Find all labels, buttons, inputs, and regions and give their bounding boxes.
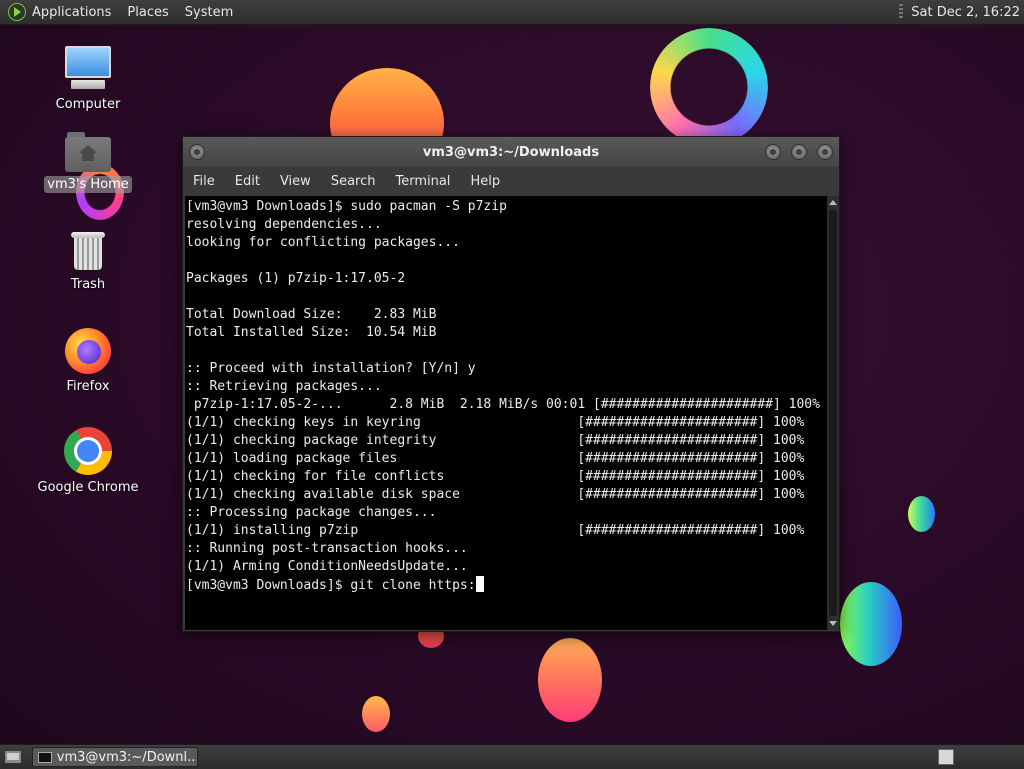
terminal-prompt-line: [vm3@vm3 Downloads]$ git clone https: [186,578,476,593]
trash-icon [71,230,105,272]
terminal-text: [vm3@vm3 Downloads]$ sudo pacman -S p7zi… [185,196,827,595]
desktop-icon-firefox[interactable]: Firefox [33,328,143,395]
desktop-icon-trash[interactable]: Trash [33,230,143,293]
bottom-panel: vm3@vm3:~/Downl... [0,744,1024,769]
minimize-button[interactable] [765,144,781,160]
wallpaper-teal-oval [840,582,902,666]
scroll-up-arrow-icon[interactable] [829,200,837,205]
terminal-line: :: Retrieving packages... [186,379,382,394]
applications-menu[interactable]: Applications [32,5,111,20]
menu-help[interactable]: Help [460,174,510,189]
workspace-switcher[interactable] [938,749,954,765]
desktop-icon-label: Computer [55,97,121,112]
terminal-line: resolving dependencies... [186,217,382,232]
terminal-window[interactable]: vm3@vm3:~/Downloads File Edit View Searc… [182,136,840,632]
panel-clock[interactable]: Sat Dec 2, 16:22 [911,5,1020,20]
wallpaper-tiny-oval [362,696,390,732]
terminal-line: (1/1) Arming ConditionNeedsUpdate... [186,559,468,574]
home-folder-icon [65,132,111,172]
chrome-icon [64,427,112,475]
computer-icon [63,46,113,92]
terminal-line: (1/1) checking package integrity [######… [186,433,805,448]
show-desktop-icon[interactable] [4,749,24,765]
terminal-line: [vm3@vm3 Downloads]$ sudo pacman -S p7zi… [186,199,507,214]
terminal-line: (1/1) installing p7zip [################… [186,523,805,538]
distro-logo-icon[interactable] [8,3,26,21]
window-menu-button[interactable] [189,144,205,160]
top-panel: Applications Places System Sat Dec 2, 16… [0,0,1024,25]
firefox-icon [65,328,111,374]
taskbar-terminal-button[interactable]: vm3@vm3:~/Downl... [32,747,198,767]
menu-terminal[interactable]: Terminal [385,174,460,189]
desktop-icon-chrome[interactable]: Google Chrome [33,427,143,496]
menu-view[interactable]: View [270,174,321,189]
terminal-scrollbar[interactable] [827,196,839,630]
close-button[interactable] [817,144,833,160]
desktop-icon-label: Trash [70,277,106,292]
panel-separator [899,4,904,20]
terminal-line: Total Download Size: 2.83 MiB [186,307,437,322]
text-cursor [475,576,484,592]
menu-edit[interactable]: Edit [225,174,270,189]
terminal-line: (1/1) checking keys in keyring [########… [186,415,805,430]
taskbar-item-label: vm3@vm3:~/Downl... [56,749,197,765]
terminal-title: vm3@vm3:~/Downloads [422,144,600,160]
desktop-icon-computer[interactable]: Computer [33,46,143,113]
terminal-line: (1/1) loading package files [###########… [186,451,805,466]
desktop-icon-home[interactable]: vm3's Home [33,130,143,193]
terminal-line: :: Proceed with installation? [Y/n] y [186,361,476,376]
scrollbar-thumb[interactable] [829,210,837,616]
terminal-line: looking for conflicting packages... [186,235,460,250]
terminal-line: Packages (1) p7zip-1:17.05-2 [186,271,406,286]
terminal-line: Total Installed Size: 10.54 MiB [186,325,437,340]
terminal-icon [38,751,52,763]
desktop-icon-label: Firefox [66,379,110,394]
terminal-line: (1/1) checking available disk space [###… [186,487,805,502]
terminal-line: p7zip-1:17.05-2-... 2.8 MiB 2.18 MiB/s 0… [186,397,820,412]
maximize-button[interactable] [791,144,807,160]
places-menu[interactable]: Places [127,5,168,20]
wallpaper-green-oval [908,496,935,532]
wallpaper-rainbow-ring [650,28,768,146]
terminal-output[interactable]: [vm3@vm3 Downloads]$ sudo pacman -S p7zi… [185,196,827,630]
system-menu[interactable]: System [185,5,233,20]
terminal-titlebar[interactable]: vm3@vm3:~/Downloads [183,137,839,167]
wallpaper-peach-oval [538,638,602,722]
scroll-down-arrow-icon[interactable] [829,621,837,626]
terminal-line: :: Running post-transaction hooks... [186,541,468,556]
desktop-icon-label: vm3's Home [44,176,132,193]
terminal-line: (1/1) checking for file conflicts [#####… [186,469,805,484]
menu-search[interactable]: Search [321,174,386,189]
desktop-icon-label: Google Chrome [37,480,139,495]
terminal-menubar: File Edit View Search Terminal Help [183,167,839,195]
terminal-line: :: Processing package changes... [186,505,437,520]
menu-file[interactable]: File [183,174,225,189]
